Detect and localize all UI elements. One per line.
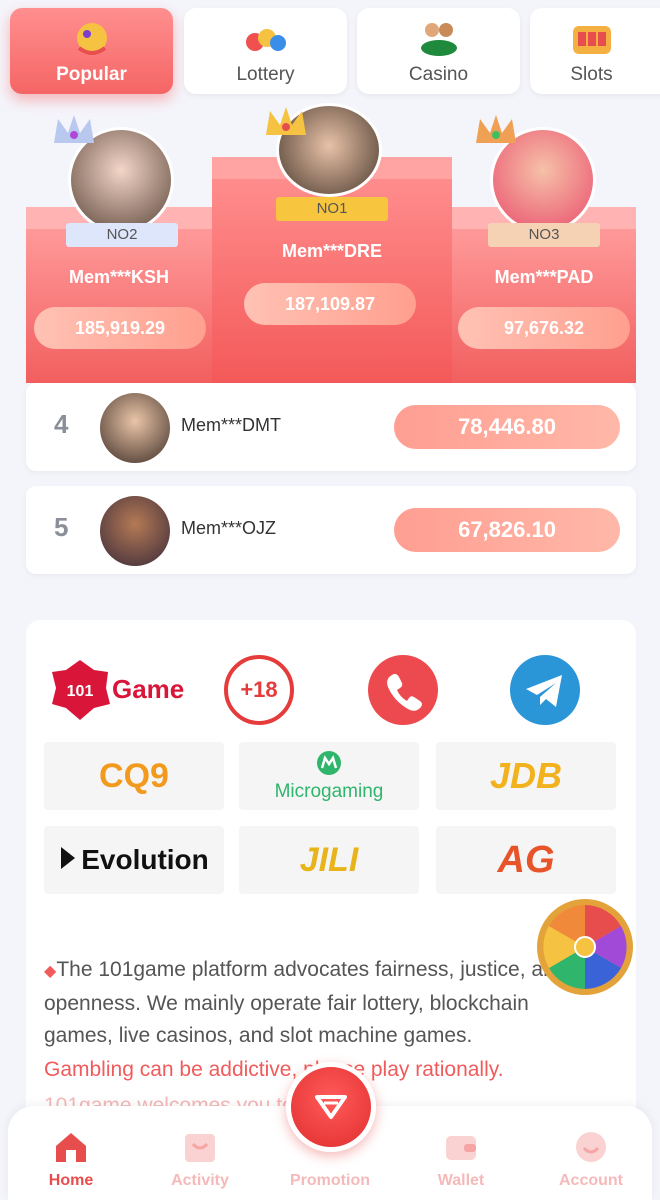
age-18-badge: +18 [224, 655, 294, 725]
brand-logo: 101 Game [50, 658, 184, 722]
provider-jdb[interactable]: JDB [436, 742, 616, 810]
rank-number: 4 [54, 409, 69, 439]
rank-row: 4 Mem***DMT 78,446.80 [26, 383, 636, 471]
microgaming-icon [314, 750, 344, 781]
bullet-diamond-icon: ◆ [44, 963, 57, 980]
rank-name: Mem***OJZ [181, 518, 277, 538]
provider-microgaming-label: Microgaming [274, 780, 384, 802]
nav-activity[interactable]: Activity [145, 1128, 255, 1190]
phone-icon[interactable] [368, 655, 438, 725]
home-icon [52, 1128, 90, 1166]
account-icon [572, 1128, 610, 1166]
podium-amount: 187,109.87 [244, 283, 416, 325]
casino-icon [416, 18, 462, 58]
brand-logo-number: 101 [67, 683, 94, 700]
slots-icon [569, 18, 615, 58]
tab-popular[interactable]: Popular [10, 8, 173, 94]
category-tabs: Popular Lottery Casino Slots [10, 8, 660, 98]
gambling-warning: Gambling can be addictive, please play r… [44, 1058, 504, 1081]
nav-label: Account [559, 1172, 623, 1189]
nav-account[interactable]: Account [536, 1128, 646, 1190]
rank-amount: 67,826.10 [394, 508, 620, 552]
lucky-wheel-icon[interactable] [525, 895, 641, 1003]
gold-crown-icon [264, 105, 308, 139]
tab-label: Slots [570, 64, 613, 85]
activity-icon [181, 1128, 219, 1166]
telegram-icon[interactable] [510, 655, 580, 725]
avatar [100, 393, 170, 463]
nav-label: Home [48, 1172, 94, 1189]
provider-jili-label: JILI [299, 840, 359, 879]
rank-amount: 78,446.80 [394, 405, 620, 449]
rank-ribbon-first: NO1 [276, 197, 388, 221]
nav-label: Activity [171, 1172, 229, 1189]
rank-name: Mem***DMT [181, 415, 282, 435]
bronze-crown-icon [474, 113, 518, 147]
podium-second: Mem***KSH 185,919.29 [26, 207, 212, 383]
diamond-icon [315, 1095, 347, 1119]
provider-evolution-label: Evolution [81, 844, 209, 875]
nav-wallet[interactable]: Wallet [406, 1128, 516, 1190]
promotion-diamond-button[interactable] [286, 1062, 376, 1152]
tab-label: Popular [56, 64, 127, 85]
evolution-icon [59, 845, 77, 876]
tab-label: Casino [408, 64, 469, 85]
podium-name: Mem***KSH [68, 267, 170, 287]
tab-label: Lottery [236, 64, 295, 85]
podium-name: Mem***PAD [494, 267, 594, 287]
provider-ag[interactable]: AG [436, 826, 616, 894]
tab-slots[interactable]: Slots [530, 8, 660, 94]
popular-dragon-icon [69, 18, 115, 58]
provider-ag-label: AG [497, 838, 555, 881]
leaderboard-podium: Mem***KSH 185,919.29 Mem***PAD 97,676.32… [26, 103, 636, 385]
avatar [100, 496, 170, 566]
rank-ribbon-second: NO2 [66, 223, 178, 247]
nav-home[interactable]: Home [16, 1128, 126, 1190]
provider-microgaming[interactable]: Microgaming [239, 742, 419, 810]
provider-evolution[interactable]: Evolution [44, 826, 224, 894]
tab-lottery[interactable]: Lottery [184, 8, 347, 94]
podium-third: Mem***PAD 97,676.32 [452, 207, 636, 383]
platform-description-text: The 101game platform advocates fairness,… [44, 958, 567, 1047]
podium-name: Mem***DRE [281, 241, 383, 261]
podium-amount: 185,919.29 [34, 307, 206, 349]
brand-logo-word: Game [112, 674, 184, 704]
platform-description: ◆The 101game platform advocates fairness… [44, 954, 574, 1052]
provider-cq9-label: CQ9 [99, 756, 169, 795]
silver-crown-icon [52, 113, 96, 147]
provider-cq9[interactable]: CQ9 [44, 742, 224, 810]
provider-jdb-label: JDB [489, 755, 563, 796]
rank-row: 5 Mem***OJZ 67,826.10 [26, 486, 636, 574]
nav-label: Wallet [437, 1172, 485, 1189]
rank-ribbon-third: NO3 [488, 223, 600, 247]
provider-jili[interactable]: JILI [239, 826, 419, 894]
wallet-icon [442, 1128, 480, 1166]
tab-casino[interactable]: Casino [357, 8, 520, 94]
podium-amount: 97,676.32 [458, 307, 630, 349]
nav-label: Promotion [290, 1172, 370, 1189]
lottery-icon [243, 18, 289, 58]
rank-number: 5 [54, 512, 69, 542]
